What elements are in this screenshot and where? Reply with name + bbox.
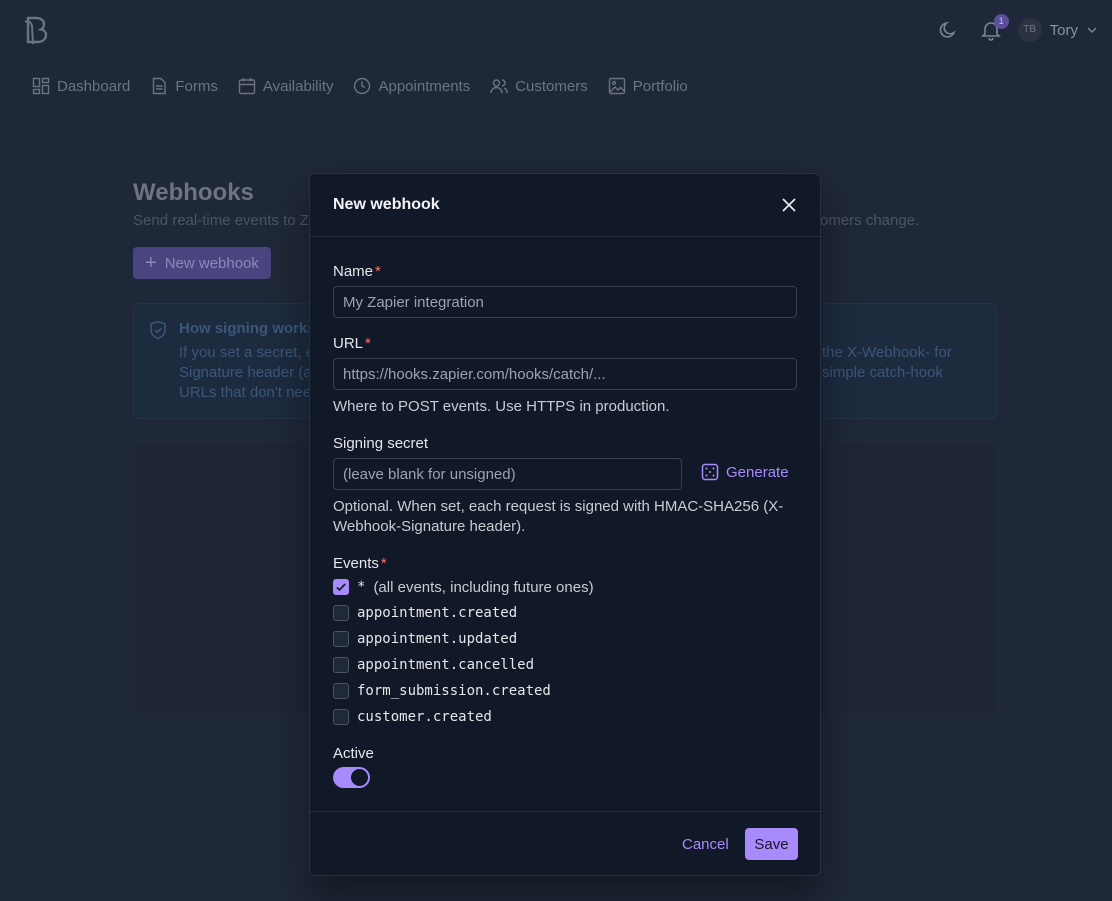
url-help-text: Where to POST events. Use HTTPS in produ… [333,398,670,415]
url-label: URL * [333,335,371,352]
nav-item-appointments[interactable]: Appointments [353,77,470,95]
page-subtitle-end: omers change. [820,212,920,229]
url-label-text: URL [333,335,364,352]
required-mark: * [365,335,371,352]
event-option-customer-created[interactable]: customer.created [333,707,492,727]
name-input[interactable] [333,286,797,318]
event-checkbox[interactable] [333,579,349,595]
dialog-title: New webhook [333,196,440,213]
name-label-text: Name [333,263,374,280]
event-checkbox[interactable] [333,605,349,621]
event-name: appointment.updated [357,631,518,647]
event-checkbox[interactable] [333,709,349,725]
notification-badge: 1 [993,14,1009,29]
url-input[interactable] [333,358,797,390]
active-toggle[interactable] [333,767,370,788]
dialog-header: New webhook [310,174,820,237]
document-icon [153,77,167,95]
moon-icon[interactable] [938,20,958,40]
event-name: * [357,579,366,595]
generate-secret-button[interactable]: Generate [701,463,789,481]
signing-secret-help-text: Optional. When set, each request is sign… [333,498,784,535]
event-checkbox[interactable] [333,631,349,647]
toggle-knob [351,769,368,786]
event-option-appointment-created[interactable]: appointment.created [333,603,517,623]
notifications-button[interactable]: 1 [980,14,1009,41]
brand-logo[interactable] [22,14,50,46]
user-name[interactable]: Tory [1050,22,1078,39]
event-option-appointment-cancelled[interactable]: appointment.cancelled [333,655,534,675]
avatar[interactable]: TB [1017,18,1042,42]
nav-item-forms[interactable]: Forms [150,77,218,95]
event-name: appointment.created [357,605,518,621]
event-name: form_submission.created [357,683,551,699]
clock-icon [354,77,371,95]
events-label: Events * [333,555,387,572]
event-checkbox[interactable] [333,657,349,673]
event-description: (all events, including future ones) [373,578,594,596]
new-webhook-dialog: New webhook Name* URL* Where to POST eve… [309,173,821,876]
nav-item-customers[interactable]: Customers [490,77,588,95]
check-icon [336,583,346,592]
plus-icon: + [145,252,157,274]
chevron-down-icon[interactable] [1086,24,1098,36]
nav-item-portfolio[interactable]: Portfolio [608,77,688,95]
nav-label: Dashboard [57,77,131,95]
dashboard-icon [32,77,50,95]
name-label: Name * [333,263,381,280]
top-bar: 1 TB Tory [0,0,1112,58]
event-option-all[interactable]: * (all events, including future ones) [333,577,594,597]
info-text-continued: the X-Webhook- for simple catch-hook [822,344,952,381]
new-webhook-label: New webhook [164,254,259,272]
calendar-icon [238,78,256,95]
info-title: How signing works [179,320,316,337]
page-title: Webhooks [133,179,254,206]
required-mark: * [380,555,387,572]
new-webhook-button[interactable]: + New webhook [133,247,271,279]
info-text: If you set a secret, e Signature header … [179,344,315,401]
shield-check-icon [150,320,166,340]
main-nav: Dashboard Forms Availability Appointment… [32,75,708,97]
nav-item-dashboard[interactable]: Dashboard [32,77,130,95]
close-icon[interactable] [780,196,798,214]
users-icon [490,79,508,94]
required-mark: * [375,263,381,280]
dice-icon [701,463,719,481]
event-name: appointment.cancelled [357,657,535,673]
active-label: Active [333,745,374,762]
save-button[interactable]: Save [745,828,798,860]
cancel-button[interactable]: Cancel [682,836,729,853]
generate-label: Generate [726,463,789,481]
event-option-form-submission-created[interactable]: form_submission.created [333,681,551,701]
event-option-appointment-updated[interactable]: appointment.updated [333,629,517,649]
nav-label: Appointments [378,77,471,95]
image-icon [608,77,625,95]
signing-secret-input[interactable] [333,458,682,490]
signing-secret-label: Signing secret [333,435,429,452]
event-name: customer.created [357,709,492,725]
nav-label: Forms [175,77,218,95]
nav-label: Availability [262,77,334,95]
event-checkbox[interactable] [333,683,349,699]
nav-label: Customers [515,77,588,95]
dialog-footer [310,811,820,875]
nav-label: Portfolio [632,77,688,95]
events-label-text: Events [333,555,379,572]
nav-item-availability[interactable]: Availability [238,77,334,95]
